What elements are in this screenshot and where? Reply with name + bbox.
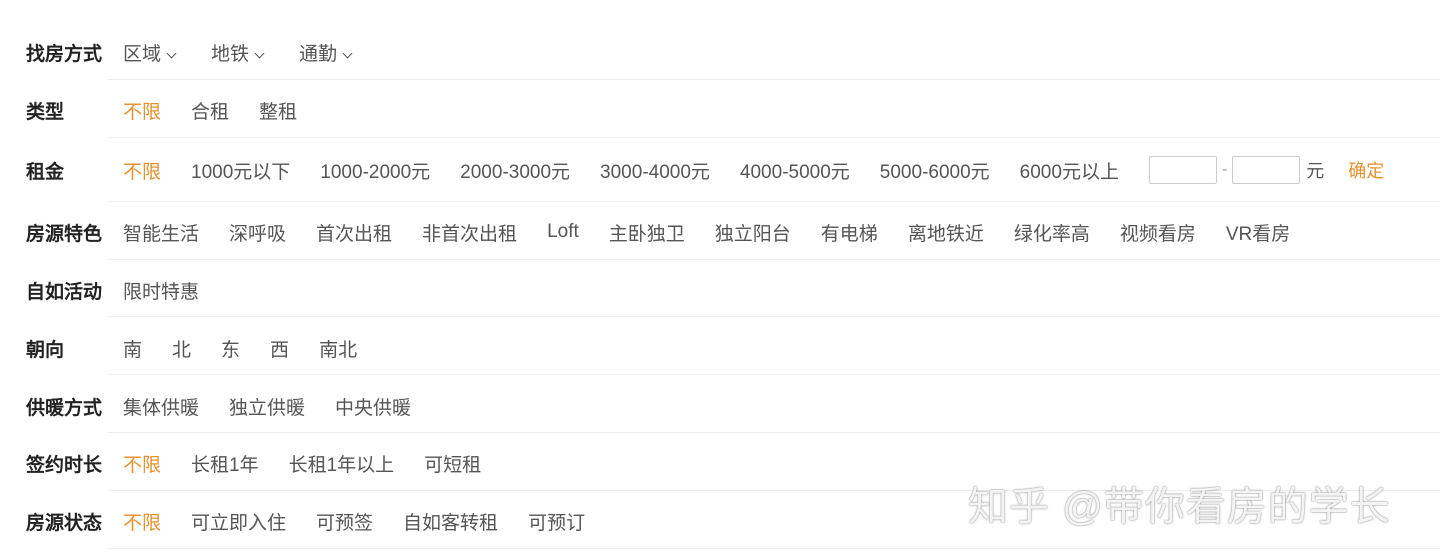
feature-option-master-bath[interactable]: 主卧独卫 xyxy=(609,219,685,246)
status-option-sublet[interactable]: 自如客转租 xyxy=(403,508,498,535)
divider xyxy=(108,79,1440,80)
status-option-move-in-now[interactable]: 可立即入住 xyxy=(191,508,286,535)
rent-option-under-1000[interactable]: 1000元以下 xyxy=(191,157,290,184)
divider xyxy=(108,201,1440,202)
rent-option-over-6000[interactable]: 6000元以上 xyxy=(1020,157,1119,184)
rent-max-input[interactable] xyxy=(1232,156,1301,184)
divider xyxy=(108,137,1440,138)
rent-confirm-button[interactable]: 确定 xyxy=(1348,157,1384,183)
row-label-lease: 签约时长 xyxy=(26,454,103,476)
feature-option-video-tour[interactable]: 视频看房 xyxy=(1120,219,1196,246)
divider xyxy=(108,259,1440,260)
lease-options: 不限 长租1年 长租1年以上 可短租 xyxy=(123,450,481,477)
method-options: 区域 地铁 通勤 xyxy=(123,39,353,66)
rent-unit-label: 元 xyxy=(1306,161,1325,181)
orientation-option-west[interactable]: 西 xyxy=(270,335,289,362)
row-label-features: 房源特色 xyxy=(26,223,103,245)
option-label: 通勤 xyxy=(299,43,338,65)
status-option-presign[interactable]: 可预签 xyxy=(316,508,373,535)
filter-row-method: 找房方式 区域 地铁 通勤 xyxy=(0,32,1440,72)
row-label-status: 房源状态 xyxy=(26,512,103,534)
divider xyxy=(108,548,1440,549)
status-option-unlimited[interactable]: 不限 xyxy=(123,508,161,535)
activity-options: 限时特惠 xyxy=(123,277,199,304)
status-option-reservable[interactable]: 可预订 xyxy=(528,508,585,535)
feature-option-loft[interactable]: Loft xyxy=(547,221,579,243)
feature-option-not-first-rent[interactable]: 非首次出租 xyxy=(422,219,517,246)
filter-row-features: 房源特色 智能生活 深呼吸 首次出租 非首次出租 Loft 主卧独卫 独立阳台 … xyxy=(0,212,1440,252)
type-options: 不限 合租 整租 xyxy=(123,97,297,124)
lease-option-1-year[interactable]: 长租1年 xyxy=(191,450,259,477)
heating-option-central[interactable]: 中央供暖 xyxy=(335,393,411,420)
chevron-down-icon xyxy=(254,48,265,58)
divider xyxy=(108,316,1440,317)
row-label-method: 找房方式 xyxy=(26,43,103,65)
method-region-dropdown[interactable]: 区域 xyxy=(123,39,177,66)
divider xyxy=(108,374,1440,375)
method-commute-dropdown[interactable]: 通勤 xyxy=(299,39,353,66)
filter-row-activity: 自如活动 限时特惠 xyxy=(0,270,1440,310)
rent-option-2000-3000[interactable]: 2000-3000元 xyxy=(460,157,570,184)
heating-option-central-collective[interactable]: 集体供暖 xyxy=(123,393,199,420)
filter-row-rent: 租金 不限 1000元以下 1000-2000元 2000-3000元 3000… xyxy=(0,150,1440,190)
type-option-whole[interactable]: 整租 xyxy=(259,97,297,124)
orientation-option-east[interactable]: 东 xyxy=(221,335,240,362)
feature-option-vr-tour[interactable]: VR看房 xyxy=(1226,219,1290,246)
rent-option-1000-2000[interactable]: 1000-2000元 xyxy=(320,157,430,184)
lease-option-short-term[interactable]: 可短租 xyxy=(424,450,481,477)
feature-option-elevator[interactable]: 有电梯 xyxy=(821,219,878,246)
type-option-shared[interactable]: 合租 xyxy=(191,97,229,124)
filter-row-heating: 供暖方式 集体供暖 独立供暖 中央供暖 xyxy=(0,386,1440,426)
feature-option-deep-breath[interactable]: 深呼吸 xyxy=(229,219,286,246)
rent-options: 不限 1000元以下 1000-2000元 2000-3000元 3000-40… xyxy=(123,156,1384,184)
divider xyxy=(108,432,1440,433)
lease-option-unlimited[interactable]: 不限 xyxy=(123,450,161,477)
filter-row-type: 类型 不限 合租 整租 xyxy=(0,90,1440,130)
row-label-rent: 租金 xyxy=(26,161,65,183)
house-filter-panel: 找房方式 区域 地铁 通勤 类型 不限 合租 整租 租金 不限 1000元以下 xyxy=(0,0,1440,558)
feature-option-smart-living[interactable]: 智能生活 xyxy=(123,219,199,246)
orientation-option-south-north[interactable]: 南北 xyxy=(319,335,357,362)
heating-options: 集体供暖 独立供暖 中央供暖 xyxy=(123,393,411,420)
feature-option-first-rent[interactable]: 首次出租 xyxy=(316,219,392,246)
feature-option-green[interactable]: 绿化率高 xyxy=(1014,219,1090,246)
rent-option-3000-4000[interactable]: 3000-4000元 xyxy=(600,157,710,184)
rent-range-dash: - xyxy=(1221,161,1228,178)
row-label-activity: 自如活动 xyxy=(26,281,103,303)
rent-min-input[interactable] xyxy=(1148,156,1217,184)
rent-option-4000-5000[interactable]: 4000-5000元 xyxy=(740,157,850,184)
chevron-down-icon xyxy=(166,48,177,58)
heating-option-independent[interactable]: 独立供暖 xyxy=(229,393,305,420)
chevron-down-icon xyxy=(342,48,353,58)
lease-option-over-1-year[interactable]: 长租1年以上 xyxy=(289,450,395,477)
status-options: 不限 可立即入住 可预签 自如客转租 可预订 xyxy=(123,508,585,535)
feature-option-near-subway[interactable]: 离地铁近 xyxy=(908,219,984,246)
activity-option-limited-offer[interactable]: 限时特惠 xyxy=(123,277,199,304)
option-label: 区域 xyxy=(123,43,162,65)
feature-option-balcony[interactable]: 独立阳台 xyxy=(715,219,791,246)
row-label-type: 类型 xyxy=(26,101,65,123)
orientation-options: 南 北 东 西 南北 xyxy=(123,335,357,362)
option-label: 地铁 xyxy=(211,43,250,65)
row-label-heating: 供暖方式 xyxy=(26,397,103,419)
method-subway-dropdown[interactable]: 地铁 xyxy=(211,39,265,66)
rent-option-5000-6000[interactable]: 5000-6000元 xyxy=(880,157,990,184)
orientation-option-north[interactable]: 北 xyxy=(172,335,191,362)
row-label-orientation: 朝向 xyxy=(26,339,65,361)
watermark: 知乎 @带你看房的学长 xyxy=(968,485,1391,529)
type-option-unlimited[interactable]: 不限 xyxy=(123,97,161,124)
orientation-option-south[interactable]: 南 xyxy=(123,335,142,362)
rent-option-unlimited[interactable]: 不限 xyxy=(123,157,161,184)
feature-options: 智能生活 深呼吸 首次出租 非首次出租 Loft 主卧独卫 独立阳台 有电梯 离… xyxy=(123,219,1290,246)
filter-row-orientation: 朝向 南 北 东 西 南北 xyxy=(0,328,1440,368)
